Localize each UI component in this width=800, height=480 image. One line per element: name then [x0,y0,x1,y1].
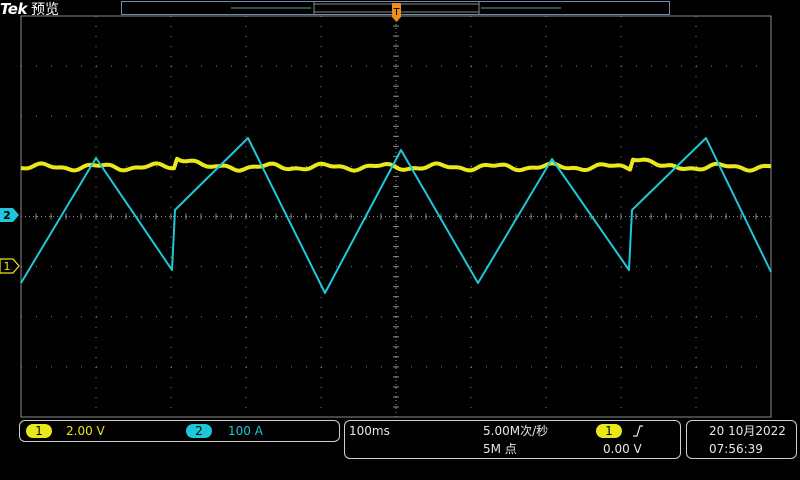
ch2-badge[interactable]: 2 [186,424,212,438]
horizontal-trigger-panel[interactable]: 100ms 5.00M次/秒 5M 点 1 0.00 V [344,420,681,459]
ch1-ground-marker[interactable]: 1 [0,258,20,274]
timebase-value: 100ms [349,424,390,438]
sample-rate-value: 5.00M次/秒 [483,424,549,438]
trigger-level-value: 0.00 V [603,442,642,456]
ch1-scale: 2.00 V [66,424,105,438]
ch2-marker-label: 2 [3,209,11,222]
trigger-position-marker[interactable]: T [392,3,401,22]
ch2-ground-marker[interactable]: 2 [0,208,19,222]
rising-edge-icon [633,425,643,437]
datetime-panel[interactable]: 20 10月2022 07:56:39 [686,420,797,459]
graticule [20,15,772,418]
trigger-marker-label: T [392,7,400,18]
record-length-value: 5M 点 [483,442,517,456]
waveform-display[interactable]: T 2 1 [0,0,800,420]
trigger-source-badge[interactable]: 1 [596,424,622,438]
date-value: 20 10月2022 [709,424,786,438]
ch2-scale: 100 A [228,424,263,438]
ch1-badge[interactable]: 1 [26,424,52,438]
ch1-marker-label: 1 [4,260,11,273]
channel-scale-panel[interactable]: 1 2.00 V 2 100 A [19,420,340,442]
time-value: 07:56:39 [709,442,763,456]
